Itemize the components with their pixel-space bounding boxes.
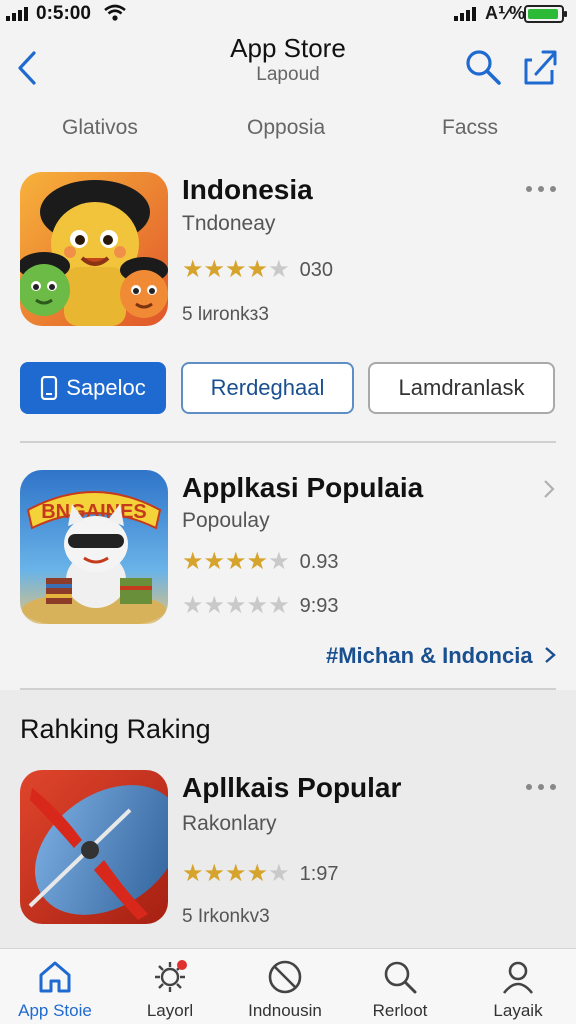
star-icon: ★ [225, 548, 247, 575]
tabbar-label: Rerloot [372, 1001, 428, 1020]
star-icon: ★ [225, 256, 247, 283]
person-icon [502, 961, 534, 994]
rating-count: 0.93 [299, 550, 339, 573]
share-icon[interactable] [522, 46, 558, 86]
search-icon[interactable] [464, 48, 502, 86]
rating-count: 9:93 [299, 594, 339, 617]
app-info: 5 Irkonkv3 [182, 906, 270, 927]
chevron-right-icon [544, 647, 556, 663]
star-icon: ★ [225, 860, 247, 887]
more-options-icon[interactable] [526, 784, 556, 794]
cellular-icon [454, 7, 476, 21]
chevron-right-icon[interactable] [542, 478, 556, 500]
blocked-icon [268, 960, 302, 994]
tabbar-item-layaik[interactable]: Layaik [468, 949, 568, 1024]
rating-count: 1:97 [299, 862, 339, 885]
star-icon: ★ [203, 860, 226, 887]
app-subtitle: Tndoneay [182, 212, 276, 235]
tabbar-item-indnousin[interactable]: Indnousin [235, 949, 335, 1024]
divider [20, 441, 556, 443]
phone-icon [41, 376, 58, 400]
tabbar-label: Layaik [493, 1001, 543, 1020]
more-link-label: #Michan & Indoncia [326, 643, 533, 668]
app-icon-indonesia[interactable] [20, 172, 168, 326]
rating-stars: ★ ★ ★ ★ ★ 0.93 [182, 550, 339, 574]
tabbar-label: Indnousin [248, 1001, 322, 1020]
rating-stars-secondary: ★ ★ ★ ★ ★ 9:93 [182, 594, 339, 618]
status-time: 0:5:00 [36, 3, 91, 24]
status-bar: 0:5:00 A⅟% [0, 0, 576, 28]
star-icon: ★ [246, 548, 269, 575]
status-carrier: A⅟% [485, 3, 526, 23]
more-options-icon[interactable] [526, 186, 556, 196]
star-icon: ★ [182, 592, 204, 619]
battery-icon [524, 5, 567, 23]
app-subtitle: Rakonlary [182, 812, 277, 835]
tabbar-item-app-store[interactable]: App Stoie [5, 949, 105, 1024]
app-icon-applkasi[interactable]: BNGAINES [20, 470, 168, 624]
primary-action-button[interactable]: Sapeloc [20, 362, 166, 414]
tabbar-label: App Stoie [18, 1001, 92, 1020]
star-icon: ★ [268, 256, 290, 283]
tab-glativos[interactable]: Glativos [62, 116, 138, 140]
app-info: 5 lиronkз3 [182, 304, 269, 325]
app-subtitle: Popoulay [182, 509, 270, 532]
star-icon: ★ [246, 256, 269, 283]
segment-tabs: Glativos Opposia Facss [0, 116, 576, 150]
star-icon: ★ [246, 860, 269, 887]
star-icon: ★ [268, 860, 290, 887]
signal-icon [6, 7, 28, 21]
wifi-icon [104, 4, 126, 21]
star-icon: ★ [225, 592, 247, 619]
star-icon: ★ [182, 548, 204, 575]
secondary-action-button[interactable]: Rerdeghaal [181, 362, 354, 414]
rating-stars: ★ ★ ★ ★ ★ 030 [182, 258, 333, 282]
tabbar-item-layorl[interactable]: Layorl [120, 949, 220, 1024]
tertiary-action-button[interactable]: Lamdranlask [368, 362, 555, 414]
search-icon [384, 961, 417, 994]
app-icon-apllkais[interactable] [20, 770, 168, 924]
tab-opposia[interactable]: Opposia [247, 116, 325, 140]
app-name[interactable]: Indonesia [182, 174, 313, 206]
star-icon: ★ [203, 548, 226, 575]
tabbar-item-rerloot[interactable]: Rerloot [350, 949, 450, 1024]
app-store-icon [39, 961, 71, 993]
more-link[interactable]: #Michan & Indoncia [326, 643, 557, 669]
app-name[interactable]: Apllkais Popular [182, 772, 401, 804]
rating-stars: ★ ★ ★ ★ ★ 1:97 [182, 862, 339, 886]
star-icon: ★ [268, 548, 290, 575]
star-icon: ★ [182, 256, 204, 283]
tab-facss[interactable]: Facss [442, 116, 498, 140]
star-icon: ★ [268, 592, 290, 619]
star-icon: ★ [182, 860, 204, 887]
primary-action-label: Sapeloc [66, 375, 146, 400]
star-icon: ★ [203, 592, 226, 619]
star-icon: ★ [203, 256, 226, 283]
rating-count: 030 [299, 258, 333, 281]
tabbar-label: Layorl [146, 1001, 194, 1020]
section-title: Rahking Raking [20, 714, 211, 744]
tab-bar: App Stoie Layorl Indnousin Rerloot Layai… [0, 948, 576, 1024]
app-name[interactable]: Applkasi Populaia [182, 472, 423, 504]
star-icon: ★ [246, 592, 269, 619]
gear-icon [155, 960, 187, 992]
